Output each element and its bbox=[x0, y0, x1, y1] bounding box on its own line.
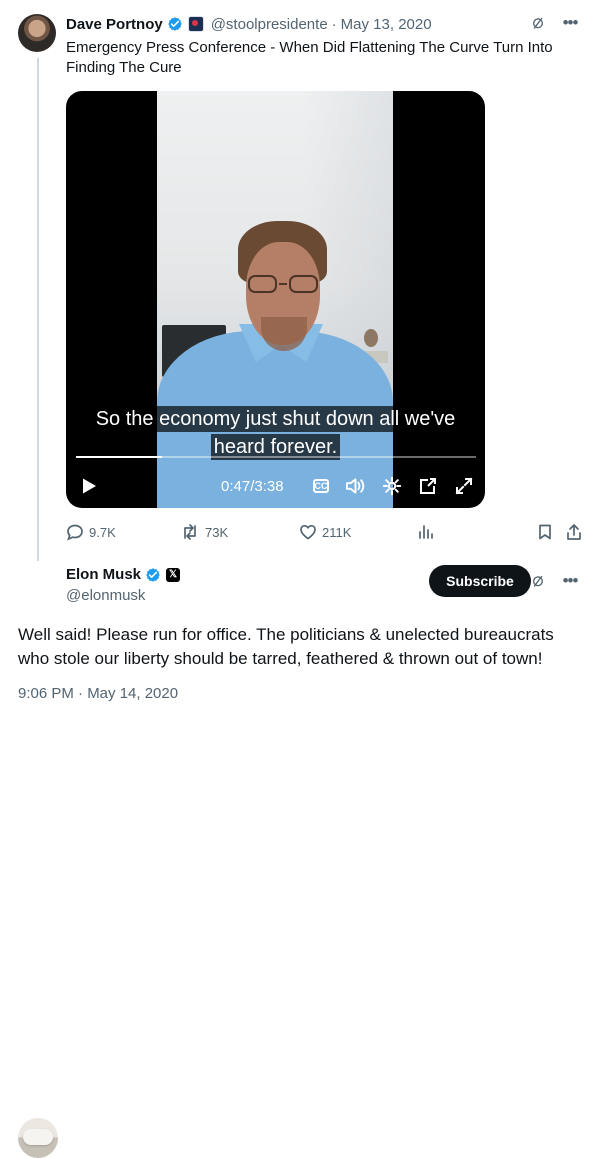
share-icon[interactable] bbox=[565, 523, 583, 544]
right-lens bbox=[289, 275, 318, 293]
video-progress-bar[interactable] bbox=[76, 456, 476, 458]
views-icon bbox=[419, 525, 433, 539]
caption-line: So the economy just shut down all we've bbox=[92, 406, 459, 432]
thread-connector bbox=[37, 58, 39, 561]
settings-icon[interactable] bbox=[382, 476, 402, 496]
slash-circle-icon[interactable]: ⌀ bbox=[527, 11, 550, 35]
video-player[interactable]: So the economy just shut down all we've … bbox=[66, 91, 485, 508]
bookmark-icon[interactable] bbox=[536, 523, 554, 544]
video-time: 0:47 / 3:38 bbox=[221, 477, 284, 497]
reply-count: 9.7K bbox=[89, 524, 116, 540]
like-count: 211K bbox=[322, 524, 352, 540]
quoted-date[interactable]: May 13, 2020 bbox=[341, 16, 432, 33]
reply-tweet-text: Well said! Please run for office. The po… bbox=[18, 625, 554, 668]
quoted-tweet-actions: ⌀ ••• bbox=[527, 11, 580, 35]
heart-icon bbox=[300, 524, 316, 540]
quoted-tweet-metrics: 9.7K 73K 211K bbox=[66, 523, 586, 543]
volume-icon[interactable] bbox=[345, 476, 365, 496]
more-icon[interactable]: ••• bbox=[560, 13, 580, 33]
views-metric[interactable] bbox=[417, 523, 435, 541]
speaker-glasses bbox=[248, 275, 318, 293]
more-icon[interactable]: ••• bbox=[560, 571, 580, 591]
video-duration: 3:38 bbox=[254, 478, 284, 495]
avatar-plate bbox=[23, 1129, 53, 1145]
verified-badge-icon bbox=[146, 567, 160, 582]
background-plant bbox=[364, 329, 378, 347]
quoted-display-name[interactable]: Dave Portnoy bbox=[66, 16, 163, 33]
video-elapsed-time: 0:47 bbox=[221, 478, 251, 495]
x-logo-icon: 𝕏 bbox=[166, 567, 181, 582]
slash-circle-icon[interactable]: ⌀ bbox=[527, 569, 550, 593]
reply-handle[interactable]: @elonmusk bbox=[66, 586, 145, 606]
video-progress-fill bbox=[76, 456, 163, 458]
reply-icon bbox=[67, 524, 83, 541]
quoted-tweet-text: Emergency Press Conference - When Did Fl… bbox=[66, 39, 553, 76]
like-metric[interactable]: 211K bbox=[299, 523, 351, 541]
glasses-bridge bbox=[279, 283, 287, 285]
repost-metric[interactable]: 73K bbox=[180, 523, 228, 541]
left-lens bbox=[248, 275, 277, 293]
reply-metric[interactable]: 9.7K bbox=[66, 523, 116, 541]
repost-icon bbox=[184, 524, 196, 540]
video-captions: So the economy just shut down all we've … bbox=[66, 406, 485, 462]
play-icon[interactable] bbox=[80, 476, 98, 496]
repost-count: 73K bbox=[205, 524, 229, 540]
reply-display-name[interactable]: Elon Musk bbox=[66, 566, 141, 583]
quoted-tweet-header: Dave Portnoy @stoolpresidente · May 13, … bbox=[66, 14, 432, 34]
header-separator: · bbox=[331, 15, 337, 33]
reply-tweet-actions: ⌀ ••• bbox=[527, 569, 580, 593]
video-controls: 0:47 / 3:38 CC bbox=[66, 474, 485, 498]
affiliate-badge-icon bbox=[187, 16, 204, 32]
dave-portnoy-avatar[interactable] bbox=[18, 14, 56, 52]
closed-captions-icon[interactable]: CC bbox=[313, 479, 329, 493]
fullscreen-icon[interactable] bbox=[454, 476, 474, 496]
reply-timestamp[interactable]: 9:06 PM · May 14, 2020 bbox=[18, 685, 178, 702]
elon-musk-avatar[interactable] bbox=[18, 1118, 58, 1158]
reply-tweet: Elon Musk 𝕏 @elonmusk Subscribe ⌀ ••• We… bbox=[0, 554, 596, 1158]
subscribe-button[interactable]: Subscribe bbox=[429, 565, 531, 597]
reply-tweet-header: Elon Musk 𝕏 bbox=[66, 566, 181, 583]
quoted-handle[interactable]: @stoolpresidente bbox=[211, 16, 328, 33]
picture-in-picture-icon[interactable] bbox=[418, 476, 438, 496]
verified-badge-icon bbox=[167, 17, 182, 31]
